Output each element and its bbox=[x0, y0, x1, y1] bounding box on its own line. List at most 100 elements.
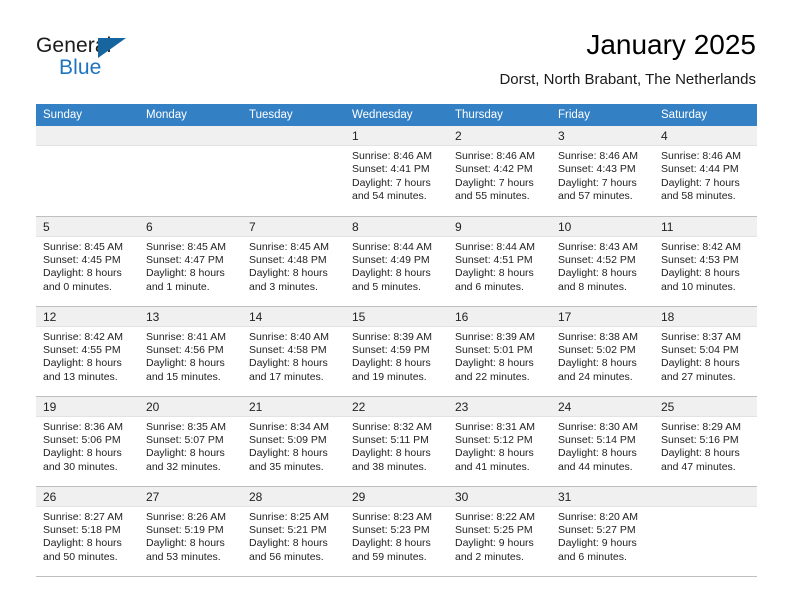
day-number: 30 bbox=[448, 486, 551, 507]
calendar-day-cell[interactable]: 21 Sunrise: 8:34 AM Sunset: 5:09 PM Dayligh… bbox=[242, 396, 345, 487]
daylight-duration-line1: Daylight: 8 hours bbox=[43, 267, 122, 280]
day-number: 25 bbox=[654, 396, 757, 417]
calendar-day-cell[interactable]: 24 Sunrise: 8:30 AM Sunset: 5:14 PM Dayligh… bbox=[551, 396, 654, 487]
calendar-day-cell[interactable]: 22 Sunrise: 8:32 AM Sunset: 5:11 PM Dayligh… bbox=[345, 396, 448, 487]
day-number: 22 bbox=[345, 396, 448, 417]
day-details: Sunrise: 8:34 AM Sunset: 5:09 PM Daylight:… bbox=[242, 417, 345, 475]
daylight-duration-line2: and 53 minutes. bbox=[146, 550, 221, 563]
day-details: Sunrise: 8:42 AM Sunset: 4:53 PM Daylight:… bbox=[654, 237, 757, 295]
calendar-day-cell[interactable]: 15 Sunrise: 8:39 AM Sunset: 4:59 PM Dayligh… bbox=[345, 306, 448, 397]
daylight-duration-line2: and 47 minutes. bbox=[661, 460, 736, 473]
calendar-day-cell[interactable]: 19 Sunrise: 8:36 AM Sunset: 5:06 PM Dayligh… bbox=[36, 396, 139, 487]
calendar-day-cell[interactable]: 10 Sunrise: 8:43 AM Sunset: 4:52 PM Dayligh… bbox=[551, 216, 654, 307]
daylight-duration-line2: and 30 minutes. bbox=[43, 460, 118, 473]
calendar-day-cell[interactable]: 6 Sunrise: 8:45 AM Sunset: 4:47 PM Daylight… bbox=[139, 216, 242, 307]
calendar-header-row: Sunday Monday Tuesday Wednesday Thursday… bbox=[36, 104, 757, 126]
calendar-day-cell[interactable]: 7 Sunrise: 8:45 AM Sunset: 4:48 PM Daylight… bbox=[242, 216, 345, 307]
daylight-duration-line1: Daylight: 8 hours bbox=[249, 447, 328, 460]
page-title: January 2025 bbox=[586, 29, 756, 60]
brand-logo[interactable]: General Blue bbox=[36, 34, 236, 90]
calendar-day-cell[interactable]: 23 Sunrise: 8:31 AM Sunset: 5:12 PM Dayligh… bbox=[448, 396, 551, 487]
calendar-day-cell[interactable]: 30 Sunrise: 8:22 AM Sunset: 5:25 PM Dayligh… bbox=[448, 486, 551, 577]
calendar-day-cell[interactable]: 11 Sunrise: 8:42 AM Sunset: 4:53 PM Dayligh… bbox=[654, 216, 757, 307]
daylight-duration-line1: Daylight: 8 hours bbox=[558, 357, 637, 370]
daylight-duration-line2: and 50 minutes. bbox=[43, 550, 118, 563]
day-number: 26 bbox=[36, 486, 139, 507]
calendar-day-cell[interactable]: 1 Sunrise: 8:46 AM Sunset: 4:41 PM Daylight… bbox=[345, 126, 448, 217]
day-details: Sunrise: 8:37 AM Sunset: 5:04 PM Daylight:… bbox=[654, 327, 757, 385]
day-number: 19 bbox=[36, 396, 139, 417]
sunset-time: Sunset: 5:01 PM bbox=[455, 343, 533, 356]
calendar-day-cell[interactable]: 2 Sunrise: 8:46 AM Sunset: 4:42 PM Daylight… bbox=[448, 126, 551, 217]
calendar-day-cell[interactable]: 12 Sunrise: 8:42 AM Sunset: 4:55 PM Dayligh… bbox=[36, 306, 139, 397]
sunrise-time: Sunrise: 8:20 AM bbox=[558, 510, 638, 523]
day-details: Sunrise: 8:31 AM Sunset: 5:12 PM Daylight:… bbox=[448, 417, 551, 475]
daylight-duration-line2: and 32 minutes. bbox=[146, 460, 221, 473]
daylight-duration-line1: Daylight: 8 hours bbox=[558, 267, 637, 280]
brand-name-blue: Blue bbox=[59, 56, 102, 79]
sunrise-time: Sunrise: 8:46 AM bbox=[558, 150, 638, 162]
day-number bbox=[654, 486, 757, 507]
daylight-duration-line2: and 38 minutes. bbox=[352, 460, 427, 473]
sunrise-time: Sunrise: 8:27 AM bbox=[43, 510, 123, 523]
calendar-day-cell[interactable]: 5 Sunrise: 8:45 AM Sunset: 4:45 PM Daylight… bbox=[36, 216, 139, 307]
day-number: 8 bbox=[345, 216, 448, 237]
day-number: 27 bbox=[139, 486, 242, 507]
sunrise-time: Sunrise: 8:45 AM bbox=[146, 240, 226, 253]
day-number: 23 bbox=[448, 396, 551, 417]
sunset-time: Sunset: 5:06 PM bbox=[43, 433, 121, 446]
sunset-time: Sunset: 5:18 PM bbox=[43, 523, 121, 536]
calendar-day-cell[interactable]: 29 Sunrise: 8:23 AM Sunset: 5:23 PM Dayligh… bbox=[345, 486, 448, 577]
calendar-day-cell[interactable]: 28 Sunrise: 8:25 AM Sunset: 5:21 PM Dayligh… bbox=[242, 486, 345, 577]
sunrise-time: Sunrise: 8:43 AM bbox=[558, 240, 638, 253]
sunrise-time: Sunrise: 8:45 AM bbox=[43, 240, 123, 253]
calendar-day-cell[interactable]: 31 Sunrise: 8:20 AM Sunset: 5:27 PM Dayligh… bbox=[551, 486, 654, 577]
day-details: Sunrise: 8:30 AM Sunset: 5:14 PM Daylight:… bbox=[551, 417, 654, 475]
calendar-day-cell[interactable]: 13 Sunrise: 8:41 AM Sunset: 4:56 PM Dayligh… bbox=[139, 306, 242, 397]
sunrise-time: Sunrise: 8:40 AM bbox=[249, 330, 329, 343]
sunset-time: Sunset: 5:11 PM bbox=[352, 433, 429, 446]
calendar-day-cell[interactable]: 17 Sunrise: 8:38 AM Sunset: 5:02 PM Dayligh… bbox=[551, 306, 654, 397]
daylight-duration-line1: Daylight: 9 hours bbox=[558, 537, 637, 550]
sunset-time: Sunset: 5:19 PM bbox=[146, 523, 224, 536]
calendar-day-cell[interactable]: 27 Sunrise: 8:26 AM Sunset: 5:19 PM Dayligh… bbox=[139, 486, 242, 577]
sunset-time: Sunset: 4:52 PM bbox=[558, 253, 636, 266]
daylight-duration-line1: Daylight: 8 hours bbox=[43, 357, 122, 370]
calendar-day-cell-empty bbox=[139, 126, 242, 217]
daylight-duration-line1: Daylight: 8 hours bbox=[352, 537, 431, 550]
sunset-time: Sunset: 4:45 PM bbox=[43, 253, 121, 266]
calendar-day-cell[interactable]: 3 Sunrise: 8:46 AM Sunset: 4:43 PM Daylight… bbox=[551, 126, 654, 217]
calendar-day-cell[interactable]: 16 Sunrise: 8:39 AM Sunset: 5:01 PM Dayligh… bbox=[448, 306, 551, 397]
daylight-duration-line2: and 55 minutes. bbox=[455, 190, 530, 203]
calendar-day-cell[interactable]: 9 Sunrise: 8:44 AM Sunset: 4:51 PM Daylight… bbox=[448, 216, 551, 307]
day-details: Sunrise: 8:26 AM Sunset: 5:19 PM Daylight:… bbox=[139, 507, 242, 565]
sunrise-time: Sunrise: 8:34 AM bbox=[249, 420, 329, 433]
daylight-duration-line2: and 6 minutes. bbox=[558, 550, 627, 563]
day-number bbox=[139, 126, 242, 146]
sunrise-time: Sunrise: 8:25 AM bbox=[249, 510, 329, 523]
calendar-day-cell[interactable]: 4 Sunrise: 8:46 AM Sunset: 4:44 PM Daylight… bbox=[654, 126, 757, 217]
day-details: Sunrise: 8:22 AM Sunset: 5:25 PM Daylight:… bbox=[448, 507, 551, 565]
daylight-duration-line1: Daylight: 8 hours bbox=[146, 357, 225, 370]
calendar-day-cell[interactable]: 8 Sunrise: 8:44 AM Sunset: 4:49 PM Daylight… bbox=[345, 216, 448, 307]
day-number: 7 bbox=[242, 216, 345, 237]
calendar-day-cell[interactable]: 18 Sunrise: 8:37 AM Sunset: 5:04 PM Dayligh… bbox=[654, 306, 757, 397]
calendar-week-row: 5 Sunrise: 8:45 AM Sunset: 4:45 PM Daylight… bbox=[36, 216, 757, 307]
calendar-day-cell[interactable]: 25 Sunrise: 8:29 AM Sunset: 5:16 PM Dayligh… bbox=[654, 396, 757, 487]
calendar-day-cell[interactable]: 26 Sunrise: 8:27 AM Sunset: 5:18 PM Dayligh… bbox=[36, 486, 139, 577]
calendar-day-cell[interactable]: 14 Sunrise: 8:40 AM Sunset: 4:58 PM Dayligh… bbox=[242, 306, 345, 397]
day-details: Sunrise: 8:46 AM Sunset: 4:42 PM Daylight:… bbox=[448, 146, 551, 204]
sunrise-time: Sunrise: 8:30 AM bbox=[558, 420, 638, 433]
sunset-time: Sunset: 5:27 PM bbox=[558, 523, 636, 536]
sunset-time: Sunset: 5:14 PM bbox=[558, 433, 636, 446]
page-header: General Blue January 2025 Dorst, North B… bbox=[36, 28, 756, 100]
sunrise-time: Sunrise: 8:23 AM bbox=[352, 510, 432, 523]
daylight-duration-line1: Daylight: 8 hours bbox=[352, 357, 431, 370]
sunset-time: Sunset: 5:09 PM bbox=[249, 433, 327, 446]
calendar-day-cell[interactable]: 20 Sunrise: 8:35 AM Sunset: 5:07 PM Dayligh… bbox=[139, 396, 242, 487]
daylight-duration-line2: and 59 minutes. bbox=[352, 550, 427, 563]
day-number: 3 bbox=[551, 126, 654, 146]
day-number: 20 bbox=[139, 396, 242, 417]
daylight-duration-line1: Daylight: 8 hours bbox=[661, 267, 740, 280]
daylight-duration-line2: and 27 minutes. bbox=[661, 370, 736, 383]
